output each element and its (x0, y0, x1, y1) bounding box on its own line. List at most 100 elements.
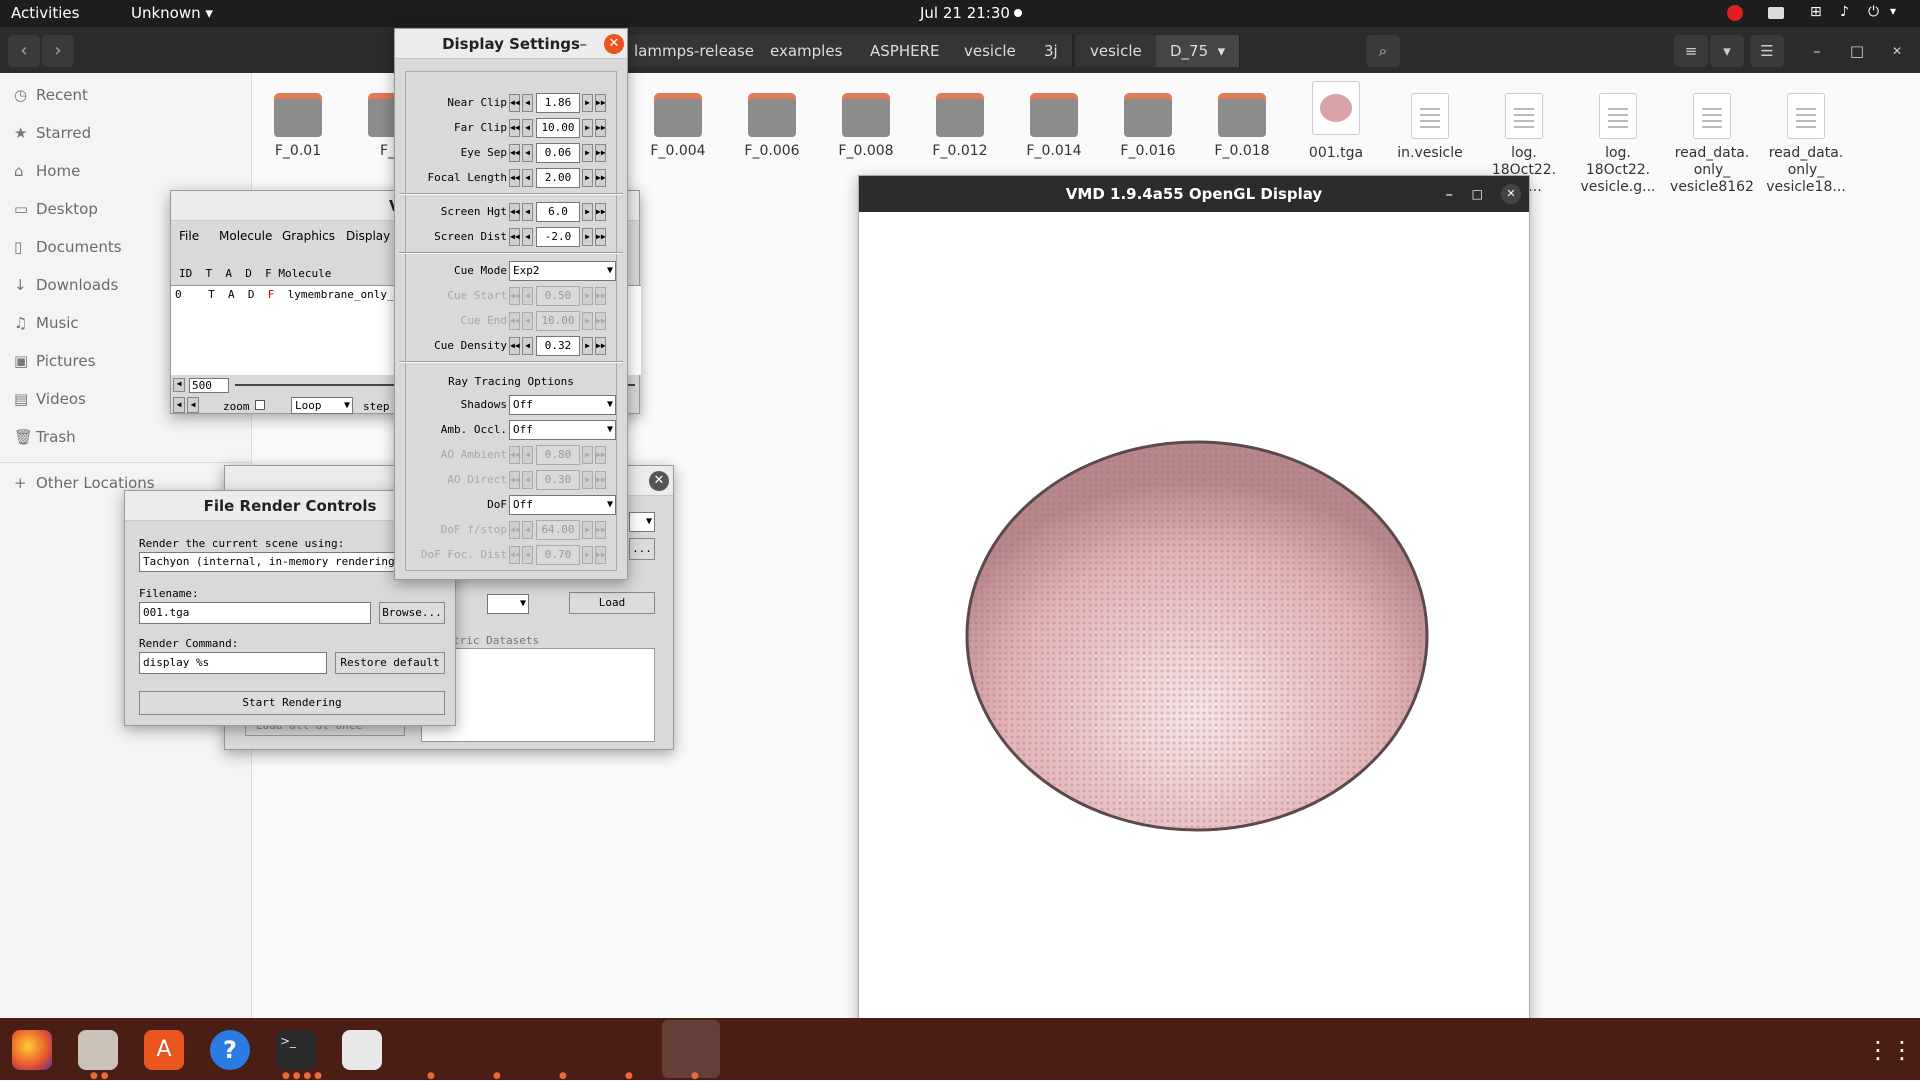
browse-more-button[interactable]: ... (629, 538, 655, 560)
cue-density-value[interactable]: 0.32 (536, 336, 580, 356)
opengl-canvas[interactable] (859, 212, 1529, 1056)
app-grid-icon[interactable]: ⋮⋮ (1866, 1030, 1914, 1070)
breadcrumb-3[interactable]: vesicle (950, 35, 1031, 67)
screen-hgt-value[interactable]: 6.0 (536, 202, 580, 222)
file-item[interactable]: in.vesicle (1385, 93, 1475, 162)
dof-fstop-value[interactable]: 64.00 (536, 520, 580, 540)
vmd-dock-item[interactable] (662, 1020, 720, 1078)
step-reverse-button[interactable]: ◀ (187, 397, 199, 413)
breadcrumb-0[interactable]: lammps-release (620, 35, 770, 67)
breadcrumb-6[interactable]: D_75 ▾ (1156, 35, 1241, 67)
minimize-icon[interactable]: – (1446, 176, 1454, 212)
screen-dist-value[interactable]: -2.0 (536, 227, 580, 247)
power-icon[interactable]: ⏻ (1868, 4, 1879, 20)
sidebar-item-trash[interactable]: 🗑 Trash (14, 427, 76, 447)
sidebar-item-desktop[interactable]: ▭ Desktop (14, 199, 98, 219)
ao-ambient-value[interactable]: 0.80 (536, 445, 580, 465)
close-icon[interactable]: ✕ (649, 471, 669, 491)
loop-select[interactable]: Loop (291, 397, 353, 414)
search-button[interactable]: ⌕ (1366, 35, 1400, 67)
clock[interactable]: Jul 21 21:30 (920, 4, 1010, 22)
help-icon[interactable]: ? (210, 1030, 250, 1070)
start-rendering-button[interactable]: Start Rendering (139, 691, 445, 715)
text-editor-icon[interactable] (342, 1030, 382, 1070)
menu-graphics[interactable]: Graphics (282, 229, 335, 243)
menu-display[interactable]: Display (346, 229, 390, 243)
near-clip-spinner[interactable]: ◀◀ ◀ 1.86 ▶ ▶▶ (509, 93, 617, 113)
load-button[interactable]: Load (569, 592, 655, 614)
eye-sep-value[interactable]: 0.06 (536, 143, 580, 163)
browse-button[interactable]: Browse... (379, 602, 445, 624)
breadcrumb-1[interactable]: examples (756, 35, 858, 67)
dof-focdist-value[interactable]: 0.70 (536, 545, 580, 565)
activities-button[interactable]: Activities (11, 4, 79, 22)
maximize-button[interactable]: □ (1840, 35, 1874, 67)
sidebar-item-recent[interactable]: ◷ Recent (14, 85, 88, 105)
file-type-select[interactable] (629, 512, 655, 532)
frame-input[interactable]: 500 (189, 378, 229, 393)
cue-end-spinner[interactable]: ◀◀ ◀ 10.00 ▶ ▶▶ (509, 311, 617, 331)
amb-occl-select[interactable]: Off (509, 420, 616, 440)
cue-mode-select[interactable]: Exp2 (509, 261, 616, 281)
back-button[interactable]: ‹ (8, 35, 40, 67)
view-options-button[interactable]: ▾ (1710, 35, 1744, 67)
menu-file[interactable]: File (179, 229, 199, 243)
breadcrumb-5[interactable]: vesicle (1076, 35, 1157, 67)
cue-start-value[interactable]: 0.50 (536, 286, 580, 306)
sidebar-item-downloads[interactable]: ↓ Downloads (14, 275, 118, 295)
cue-end-value[interactable]: 10.00 (536, 311, 580, 331)
near-clip-value[interactable]: 1.86 (536, 93, 580, 113)
menu-button[interactable]: ☰ (1750, 35, 1784, 67)
eye-sep-spinner[interactable]: ◀◀ ◀ 0.06 ▶ ▶▶ (509, 143, 617, 163)
sidebar-item-pictures[interactable]: ▣ Pictures (14, 351, 95, 371)
minimize-button[interactable]: – (1800, 35, 1834, 67)
renderer-select[interactable]: Tachyon (internal, in-memory rendering) (139, 552, 399, 572)
molecule-row[interactable]: 0 T A D F lymembrane_only_vesi (175, 288, 420, 301)
files-icon[interactable] (78, 1030, 118, 1070)
chevron-down-icon[interactable]: ▾ (1890, 4, 1896, 18)
sidebar-item-music[interactable]: ♫ Music (14, 313, 79, 333)
keyboard-icon[interactable] (1768, 7, 1784, 19)
terminal-icon[interactable]: >_ (276, 1030, 316, 1070)
close-button[interactable]: ✕ (1880, 35, 1914, 67)
far-clip-value[interactable]: 10.00 (536, 118, 580, 138)
file-item[interactable]: F_0.004 (633, 93, 723, 160)
app-menu[interactable]: Unknown ▾ (131, 4, 213, 22)
ao-direct-spinner[interactable]: ◀◀ ◀ 0.30 ▶ ▶▶ (509, 470, 617, 490)
sidebar-item-starred[interactable]: ★ Starred (14, 123, 91, 143)
play-reverse-button[interactable]: ◀ (173, 397, 185, 413)
dof-select[interactable]: Off (509, 495, 616, 515)
load-target-select[interactable] (487, 594, 529, 614)
breadcrumb-4[interactable]: 3j (1030, 35, 1073, 67)
sidebar-item-home[interactable]: ⌂ Home (14, 161, 80, 181)
network-icon[interactable]: ⊞ (1810, 4, 1822, 20)
file-item[interactable]: read_data. only_ vesicle8162 (1667, 93, 1757, 196)
file-item[interactable]: 001.tga (1291, 81, 1381, 162)
maximize-icon[interactable]: □ (1472, 176, 1483, 212)
shadows-select[interactable]: Off (509, 395, 616, 415)
file-item[interactable]: F_0.018 (1197, 93, 1287, 160)
render-command-input[interactable]: display %s (139, 652, 327, 674)
file-item[interactable]: F_0.008 (821, 93, 911, 160)
screen-hgt-spinner[interactable]: ◀◀ ◀ 6.0 ▶ ▶▶ (509, 202, 617, 222)
forward-button[interactable]: › (42, 35, 74, 67)
menu-molecule[interactable]: Molecule (219, 229, 272, 243)
dnd-icon[interactable] (1727, 5, 1743, 21)
view-list-button[interactable]: ≡ (1674, 35, 1708, 67)
restore-default-button[interactable]: Restore default (335, 652, 445, 674)
dof-fstop-spinner[interactable]: ◀◀ ◀ 64.00 ▶ ▶▶ (509, 520, 617, 540)
focal-length-spinner[interactable]: ◀◀ ◀ 2.00 ▶ ▶▶ (509, 168, 617, 188)
sidebar-item-videos[interactable]: ▤ Videos (14, 389, 86, 409)
zoom-checkbox[interactable] (255, 400, 265, 410)
breadcrumb-2[interactable]: ASPHERE (856, 35, 955, 67)
cue-start-spinner[interactable]: ◀◀ ◀ 0.50 ▶ ▶▶ (509, 286, 617, 306)
dof-focdist-spinner[interactable]: ◀◀ ◀ 0.70 ▶ ▶▶ (509, 545, 617, 565)
minimize-icon[interactable]: – (580, 29, 588, 59)
volume-icon[interactable]: ♪ (1840, 4, 1849, 20)
file-item[interactable]: F_0.014 (1009, 93, 1099, 160)
filename-input[interactable]: 001.tga (139, 602, 371, 624)
file-item[interactable]: F_0.016 (1103, 93, 1193, 160)
file-item[interactable]: read_data. only_ vesicle18... (1761, 93, 1851, 196)
sidebar-item-documents[interactable]: ▯ Documents (14, 237, 122, 257)
screen-dist-spinner[interactable]: ◀◀ ◀ -2.0 ▶ ▶▶ (509, 227, 617, 247)
